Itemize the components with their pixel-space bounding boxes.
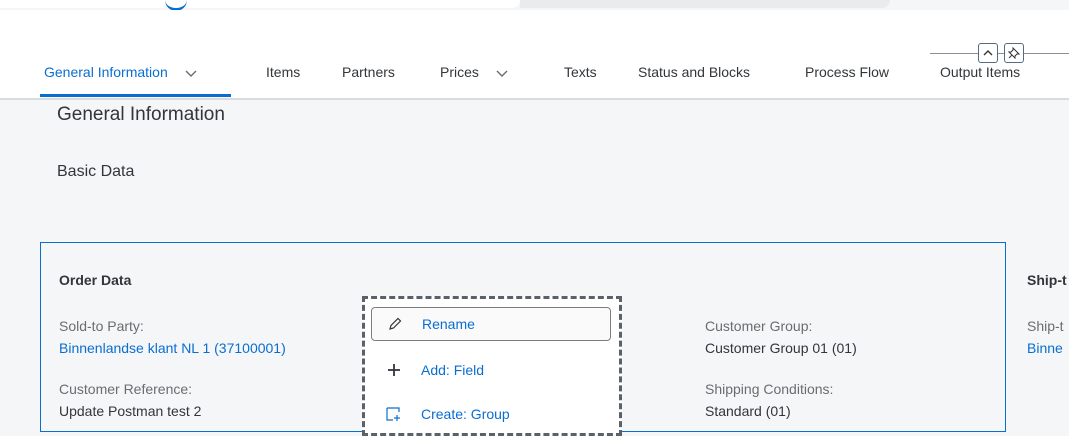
chevron-down-icon[interactable] (184, 68, 198, 78)
ship-to-label: Ship-t (1027, 318, 1064, 334)
anchor-bar: General Information Items Partners Price… (0, 52, 1069, 98)
tab-label: Output Items (940, 64, 1021, 80)
plus-icon (383, 359, 405, 381)
menu-item-label: Add: Field (421, 362, 485, 378)
tab-partners[interactable]: Partners (342, 52, 395, 98)
header-strip-left (0, 0, 520, 8)
context-menu: Rename Add: Field Create: Group (362, 296, 622, 436)
tab-general-information[interactable]: General Information (44, 52, 198, 98)
customer-group-value: Customer Group 01 (01) (705, 340, 857, 356)
active-tab-indicator (40, 94, 231, 97)
create-group-menu-item[interactable]: Create: Group (371, 397, 611, 431)
header-strip-right (520, 0, 890, 8)
tab-label: Texts (564, 64, 597, 80)
ship-to-card-title: Ship-t (1027, 272, 1067, 288)
tab-label: Prices (440, 64, 479, 80)
tab-label: General Information (44, 64, 168, 80)
tab-items[interactable]: Items (266, 52, 300, 98)
tab-output-items[interactable]: Output Items (940, 52, 1020, 98)
tab-process-flow[interactable]: Process Flow (805, 52, 889, 98)
sold-to-party-label: Sold-to Party: (59, 318, 144, 334)
shipping-conditions-label: Shipping Conditions: (705, 381, 834, 397)
sold-to-party-link[interactable]: Binnenlandse klant NL 1 (37100001) (59, 340, 286, 356)
menu-item-label: Create: Group (421, 406, 510, 422)
tab-status-and-blocks[interactable]: Status and Blocks (638, 52, 750, 98)
chevron-down-icon[interactable] (495, 68, 509, 78)
rename-menu-item[interactable]: Rename (371, 307, 611, 341)
menu-item-label: Rename (422, 316, 475, 332)
tab-prices[interactable]: Prices (440, 52, 509, 98)
tab-texts[interactable]: Texts (564, 52, 597, 98)
tab-label: Status and Blocks (638, 64, 751, 80)
customer-reference-value: Update Postman test 2 (59, 403, 202, 419)
subsection-title: Basic Data (57, 163, 135, 180)
ship-to-link[interactable]: Binne (1027, 340, 1063, 356)
customer-reference-label: Customer Reference: (59, 381, 193, 397)
tab-label: Items (266, 64, 301, 80)
section-title: General Information (57, 104, 225, 125)
tab-label: Partners (342, 64, 395, 80)
customer-group-label: Customer Group: (705, 318, 813, 334)
shipping-conditions-value: Standard (01) (705, 403, 791, 419)
header-separator (0, 98, 1069, 100)
tab-label: Process Flow (805, 64, 890, 80)
pencil-icon (384, 313, 406, 335)
add-field-menu-item[interactable]: Add: Field (371, 353, 611, 387)
card-title: Order Data (59, 272, 132, 288)
top-strip (0, 0, 1069, 11)
